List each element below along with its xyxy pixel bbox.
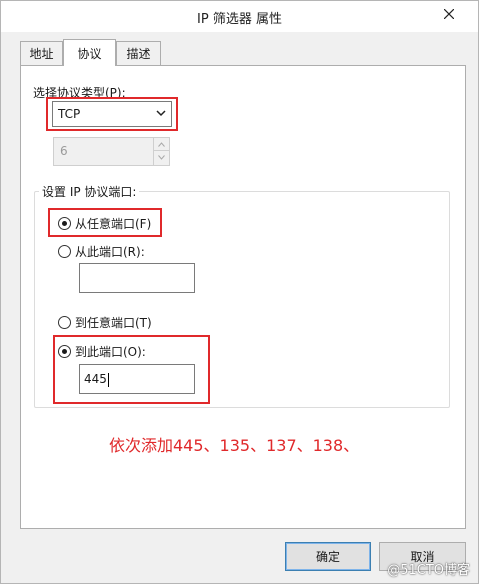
protocol-number-stepper[interactable]: 6 <box>53 137 170 166</box>
annotation-text: 依次添加445、135、137、138、 <box>109 436 360 455</box>
to-any-port-label: 到任意端口(T) <box>75 316 152 330</box>
to-this-port-radio[interactable]: 到此端口(O): <box>58 343 146 360</box>
to-port-input[interactable]: 445 <box>79 364 195 394</box>
from-any-port-radio[interactable]: 从任意端口(F) <box>58 215 151 232</box>
chevron-down-icon <box>158 155 165 160</box>
panel-content: 选择协议类型(P): TCP 6 设置 IP 协议端口: 从任意端口(F) 从此… <box>1 1 479 584</box>
to-any-port-radio[interactable]: 到任意端口(T) <box>58 314 152 331</box>
chevron-up-icon <box>158 141 165 147</box>
from-this-port-radio[interactable]: 从此端口(R): <box>58 243 145 260</box>
stepper-buttons <box>153 138 169 165</box>
protocol-number-value: 6 <box>60 144 68 158</box>
watermark: @51CTO博客 <box>387 563 470 578</box>
radio-unchecked-indicator <box>58 316 71 329</box>
radio-unchecked-indicator <box>58 245 71 258</box>
from-port-input[interactable] <box>79 263 195 293</box>
radio-checked-indicator <box>58 217 71 230</box>
stepper-down-button[interactable] <box>154 151 169 164</box>
to-this-port-label: 到此端口(O): <box>75 345 146 359</box>
chevron-down-icon <box>156 110 166 117</box>
radio-checked-indicator <box>58 345 71 358</box>
protocol-type-label: 选择协议类型(P): <box>33 86 126 100</box>
to-port-value: 445 <box>84 372 107 386</box>
from-any-port-label: 从任意端口(F) <box>75 217 152 231</box>
protocol-type-select[interactable]: TCP <box>52 101 172 127</box>
to-port-value-wrap: 445 <box>84 372 109 387</box>
from-this-port-label: 从此端口(R): <box>75 245 145 259</box>
stepper-up-button[interactable] <box>154 138 169 151</box>
port-settings-group-title: 设置 IP 协议端口: <box>39 183 140 200</box>
protocol-type-value: TCP <box>58 107 81 121</box>
properties-dialog: IP 筛选器 属性 地址 协议 描述 选择协议类型(P): TCP 6 设置 I… <box>0 0 479 584</box>
text-caret <box>107 372 109 387</box>
